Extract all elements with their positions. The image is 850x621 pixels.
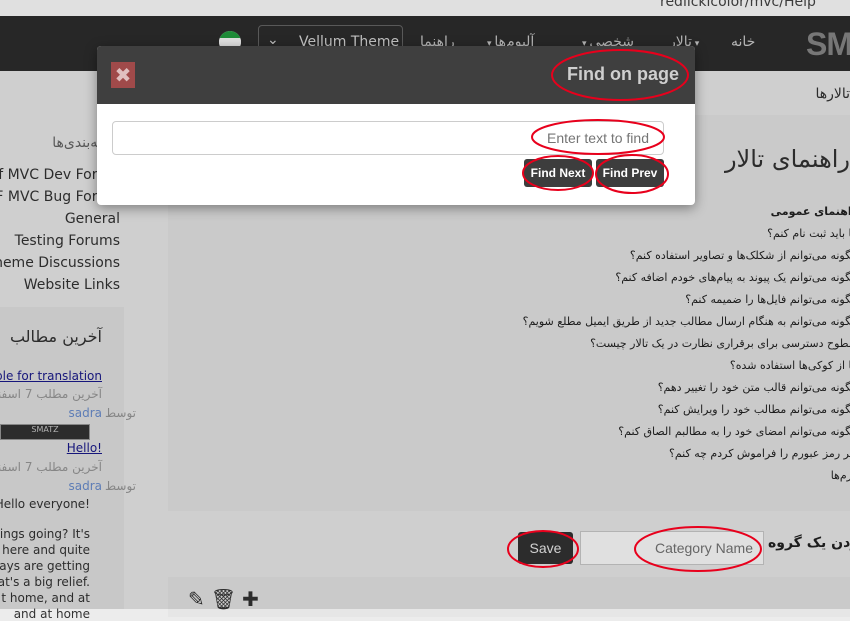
latest-post-excerpt: and at home — [13, 607, 90, 621]
close-icon[interactable]: ✖ — [111, 62, 135, 88]
find-text-input[interactable] — [112, 121, 664, 155]
find-dialog-title: Find on page — [567, 64, 679, 84]
find-prev-button[interactable]: Find Prev — [596, 159, 664, 187]
find-dialog: ✖ Find on page Find Next Find Prev — [97, 46, 695, 205]
find-dialog-header: ✖ Find on page — [97, 46, 695, 104]
find-next-button[interactable]: Find Next — [524, 159, 592, 187]
